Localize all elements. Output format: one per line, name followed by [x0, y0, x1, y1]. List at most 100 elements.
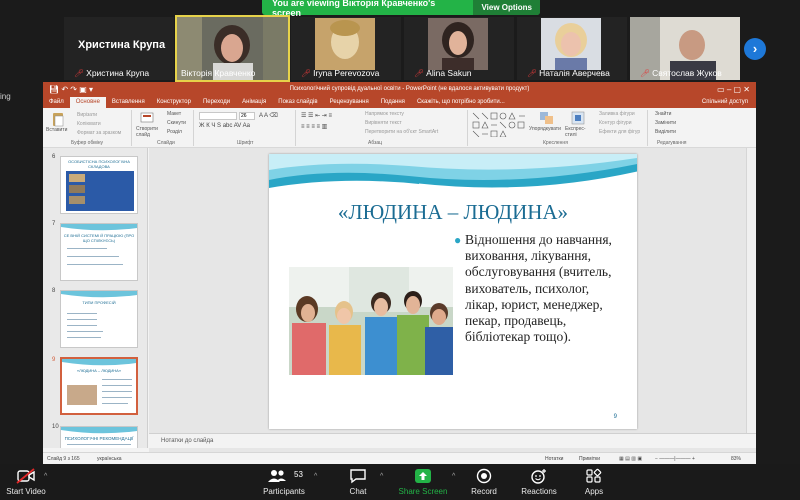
list-buttons[interactable]: ☰ ☰ ⇤ ⇥ ≡ — [301, 112, 332, 119]
align-buttons[interactable]: ≡ ≡ ≡ ≡ ▥ — [301, 123, 327, 130]
muted-mic-icon: 🎤︎ — [301, 69, 312, 78]
reset-button[interactable]: Скинути — [167, 120, 186, 126]
notes-pane[interactable]: Нотатки до слайда — [149, 433, 756, 448]
ribbon-separator — [647, 110, 648, 146]
slide-title[interactable]: «ЛЮДИНА – ЛЮДИНА» — [269, 200, 637, 225]
new-slide-button[interactable]: Створити слайд — [136, 126, 160, 138]
slide-thumbnail[interactable]: ОСОБИСТІСНА ПСИХОЛОГІЧНА СКЛАДОВА — [60, 156, 138, 214]
font-format-buttons[interactable]: Ж К Ч S abc AV Aa — [199, 123, 250, 129]
share-screen-icon — [415, 469, 431, 483]
ribbon-tab[interactable]: Рецензування — [324, 97, 375, 108]
cut-button[interactable]: Вирізати — [77, 112, 97, 118]
slide-number: 9 — [613, 414, 617, 420]
shape-fill-button[interactable]: Заливка фігури — [599, 111, 635, 117]
record-button[interactable]: Record — [464, 464, 504, 500]
ribbon-tab[interactable]: Вставлення — [106, 97, 151, 108]
language-indicator: українська — [97, 456, 122, 462]
current-slide[interactable]: «ЛЮДИНА – ЛЮДИНА» ● Відношення до навчан… — [269, 154, 637, 429]
ribbon-tab[interactable]: Показ слайдів — [272, 97, 323, 108]
shape-outline-button[interactable]: Контур фігури — [599, 120, 631, 126]
tell-me-search[interactable]: Скажіть, що потрібно зробити... — [411, 97, 511, 108]
video-options-caret[interactable]: ^ — [44, 473, 47, 480]
participant-name: 🎤︎ Iryna Perevozova — [301, 68, 380, 78]
new-slide-icon[interactable] — [140, 111, 154, 125]
ribbon-tab[interactable]: Анімація — [236, 97, 272, 108]
slide-thumbnail-selected[interactable]: «ЛЮДИНА – ЛЮДИНА» — [60, 357, 138, 415]
share-options-caret[interactable]: ^ — [452, 473, 455, 480]
next-participants-button[interactable]: › — [744, 38, 766, 60]
slide-thumbnail[interactable]: ПСИХОЛОГІЧНІ РЕКОМЕНДАЦІЇ — [60, 426, 138, 448]
text-direction-button[interactable]: Напрямок тексту — [365, 111, 404, 117]
slide-thumbnail[interactable]: СЕ ВНІЙ СИСТЕМІ Й ПРАЦЮЮ (ПРО ЩО СПІЛКУЄ… — [60, 223, 138, 281]
video-off-icon — [16, 468, 35, 484]
ribbon-tab[interactable]: Подання — [375, 97, 411, 108]
ribbon-tab[interactable]: Конструктор — [151, 97, 197, 108]
ribbon-separator — [193, 110, 194, 146]
group-clipboard: Буфер обміну — [71, 140, 104, 146]
window-controls[interactable]: ▭ – ▢ ✕ — [696, 85, 756, 94]
slide-header-wave — [269, 154, 637, 189]
participant-tile[interactable]: 🎤︎ Iryna Perevozova — [291, 17, 401, 80]
paste-icon[interactable] — [51, 111, 65, 127]
participant-big-name: Христина Крупа — [78, 39, 166, 51]
view-options-button[interactable]: View Options — [473, 0, 540, 15]
convert-smartart-button[interactable]: Перетворити на об'єкт SmartArt — [365, 129, 438, 135]
ribbon-separator — [467, 110, 468, 146]
comments-toggle[interactable]: Примітки — [579, 456, 600, 462]
layout-button[interactable]: Макет — [167, 111, 181, 117]
font-size-box[interactable]: 26 — [239, 112, 255, 120]
section-button[interactable]: Розділ — [167, 129, 182, 135]
align-text-button[interactable]: Вирівняти текст — [365, 120, 402, 126]
chat-options-caret[interactable]: ^ — [380, 473, 383, 480]
ribbon-home: Вставити Вирізати Копіювати Формат за зр… — [43, 108, 756, 148]
participant-name: 🎤︎ Святослав Жуков — [640, 68, 722, 78]
notes-toggle[interactable]: Нотатки — [545, 456, 563, 462]
start-video-button[interactable]: Start Video — [0, 464, 52, 500]
vertical-scrollbar[interactable] — [746, 148, 756, 433]
reactions-button[interactable]: Reactions — [516, 464, 562, 500]
thumbnail-content — [66, 171, 134, 211]
participant-tile-active-speaker[interactable]: Вікторія Кравченко — [175, 15, 290, 82]
share-screen-button[interactable]: Share Screen — [396, 464, 450, 500]
participant-tile[interactable]: 🎤︎ Наталія Аверчева — [517, 17, 627, 80]
arrange-icon[interactable] — [539, 111, 555, 125]
share-button[interactable]: Спільний доступ — [702, 97, 756, 108]
participant-name: Вікторія Кравченко — [181, 68, 256, 78]
shape-effects-button[interactable]: Ефекти для фігур — [599, 129, 640, 135]
select-button[interactable]: Виділити — [655, 129, 676, 135]
ribbon-tab[interactable]: Переходи — [197, 97, 236, 108]
font-name-box[interactable] — [199, 112, 237, 120]
quick-styles-icon[interactable] — [571, 111, 585, 125]
paste-button[interactable]: Вставити — [46, 127, 67, 133]
slide-thumbnail[interactable]: ТИПИ ПРОФЕСІЙ — [60, 290, 138, 348]
apps-button[interactable]: Apps — [576, 464, 612, 500]
participants-button[interactable]: 53 Participants — [258, 464, 310, 500]
participant-tile[interactable]: Христина Крупа 🎤︎ Христина Крупа — [64, 17, 174, 80]
view-buttons[interactable]: ▦ ▤ ▥ ▣ — [619, 456, 642, 462]
ribbon-separator — [131, 110, 132, 146]
quick-access-toolbar[interactable]: 💾︎ ↶ ↷ ▣ ▾ — [43, 85, 123, 94]
participant-tile[interactable]: 🎤︎ Святослав Жуков — [630, 17, 740, 80]
meeting-toolbar: Start Video ^ 53 Participants ^ Chat ^ S… — [0, 464, 800, 500]
chat-button[interactable]: Chat — [338, 464, 378, 500]
copy-button[interactable]: Копіювати — [77, 121, 101, 127]
chat-icon — [350, 469, 366, 484]
participant-tile[interactable]: 🎤︎ Alina Sakun — [404, 17, 514, 80]
zoom-level[interactable]: 83% — [731, 456, 741, 462]
find-button[interactable]: Знайти — [655, 111, 671, 117]
slide-bullet-text[interactable]: ● Відношення до навчання, виховання, лік… — [454, 232, 625, 345]
thumbnail-number: 7 — [52, 221, 56, 227]
grow-shrink-font-buttons[interactable]: A A ⌫ — [259, 112, 278, 119]
arrange-button[interactable]: Упорядкувати — [529, 126, 561, 132]
zoom-slider[interactable]: − ———|——— + — [655, 456, 695, 462]
format-painter-button[interactable]: Формат за зразком — [77, 130, 121, 136]
ribbon-tab[interactable]: Основне — [69, 97, 106, 108]
quick-styles-button[interactable]: Експрес-стилі — [565, 126, 591, 138]
participants-options-caret[interactable]: ^ — [314, 473, 317, 480]
group-slides: Слайди — [157, 140, 175, 146]
screen-share-banner: You are viewing Вікторія Кравченко's scr… — [262, 0, 540, 18]
slide-counter: Слайд 9 з 165 — [47, 456, 80, 462]
shapes-gallery[interactable] — [471, 111, 531, 137]
ribbon-tab[interactable]: Файл — [43, 97, 70, 108]
replace-button[interactable]: Замінити — [655, 120, 676, 126]
